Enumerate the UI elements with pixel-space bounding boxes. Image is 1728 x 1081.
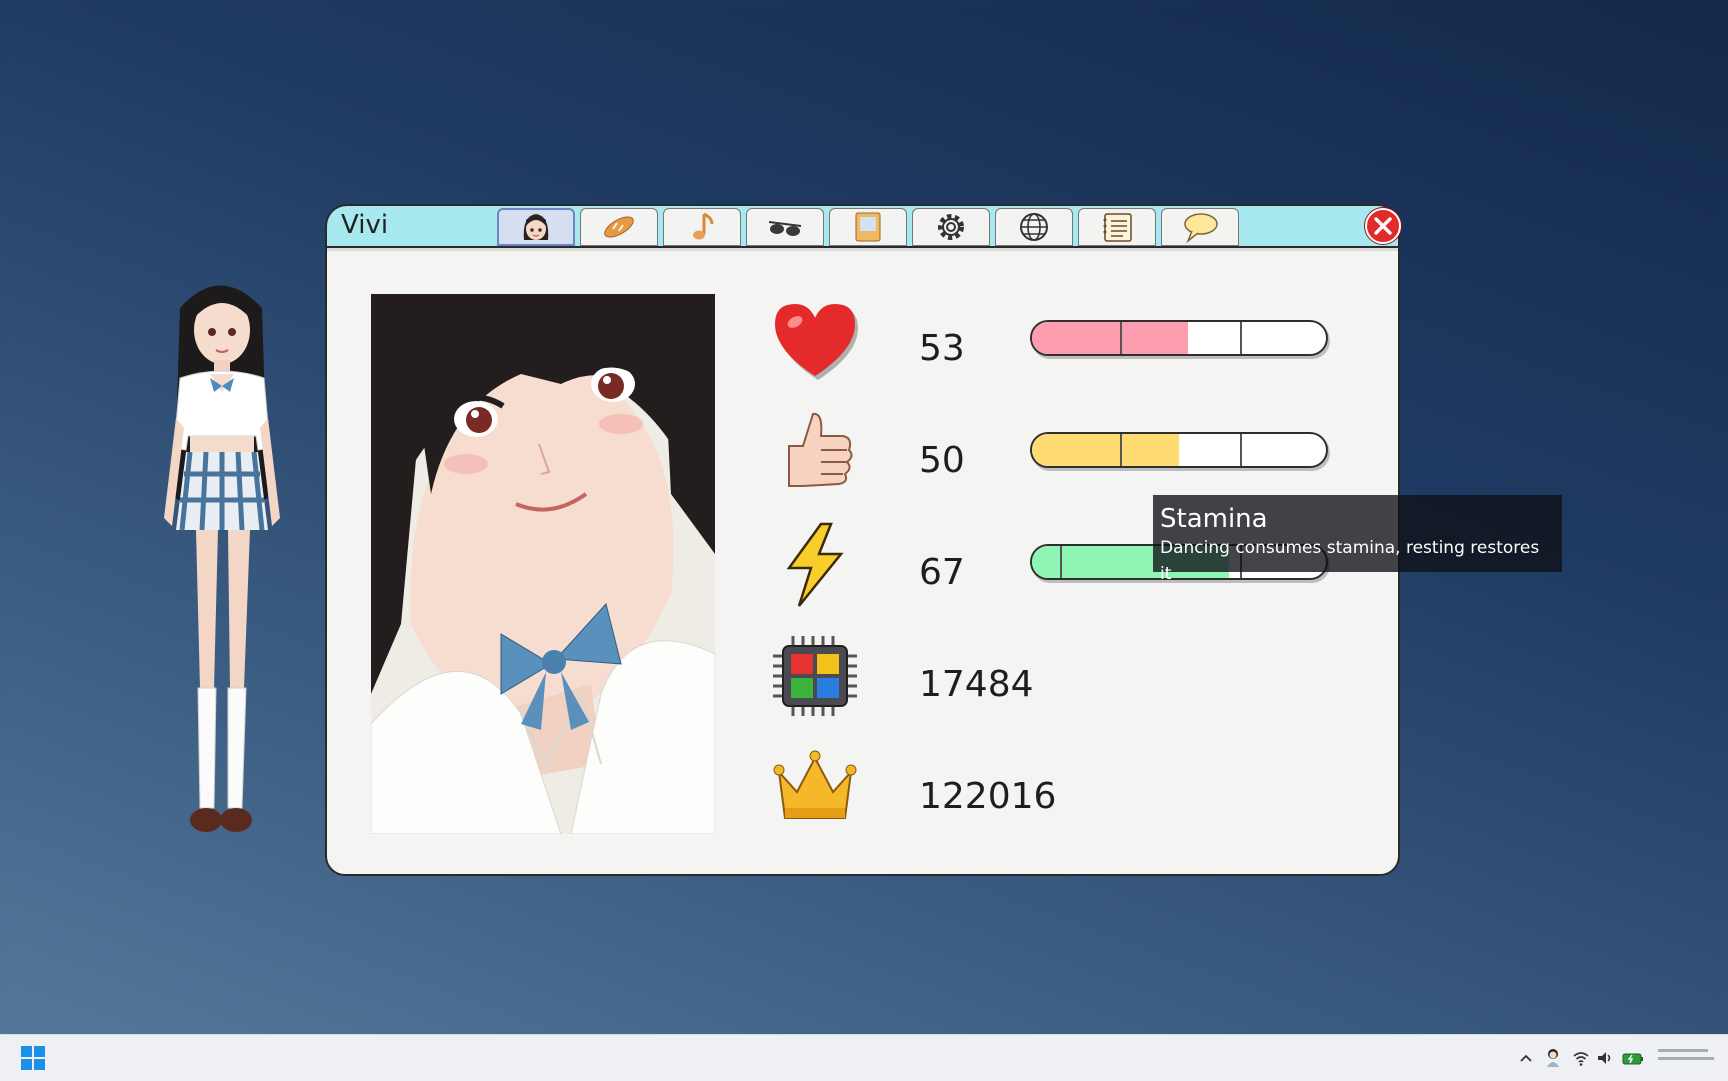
speech-bubble-icon [1184,213,1218,244]
tab-character[interactable] [497,208,575,246]
system-clock[interactable] [1658,1049,1714,1071]
title-bar[interactable]: Vivi [325,204,1401,246]
tooltip-description: Dancing consumes stamina, resting restor… [1160,538,1540,584]
tab-settings[interactable] [912,208,990,246]
thumbs-up-icon [788,412,853,487]
compute-value: 17484 [919,664,1034,705]
speaker-icon[interactable] [1596,1047,1614,1069]
score-value: 122016 [919,776,1057,817]
health-value: 53 [919,328,965,369]
tab-music[interactable] [663,208,741,246]
sunglasses-icon [768,221,802,236]
book-icon [855,212,881,242]
battery-icon[interactable] [1622,1047,1644,1069]
character-portrait [371,294,715,834]
stamina-tooltip: Stamina Dancing consumes stamina, restin… [1153,495,1562,584]
tab-accessory[interactable] [746,208,824,246]
taskbar [0,1034,1728,1081]
music-note-icon [693,212,714,240]
window-title: Vivi [341,210,389,240]
likes-bar [1030,432,1328,468]
heart-icon [775,304,858,380]
windows-start-icon[interactable] [20,1045,46,1071]
likes-value: 50 [919,440,965,481]
bread-icon [604,216,634,238]
notepad-icon [1103,213,1132,242]
gear-icon [938,214,964,240]
wifi-icon[interactable] [1572,1047,1590,1069]
crown-icon [773,750,857,819]
health-bar [1030,320,1328,356]
tooltip-title: Stamina [1160,504,1268,534]
chevron-up-icon[interactable] [1518,1047,1534,1069]
stamina-value: 67 [919,552,965,593]
tab-language[interactable] [995,208,1073,246]
girl-face-icon [523,214,549,240]
tab-notes[interactable] [1078,208,1156,246]
character-tray-icon[interactable] [1544,1047,1562,1069]
lightning-icon [786,522,844,607]
tab-food[interactable] [580,208,658,246]
tab-book[interactable] [829,208,907,246]
close-button[interactable] [1365,208,1401,244]
desktop-character-sprite[interactable] [140,268,300,858]
chip-icon [773,636,857,716]
globe-icon [1020,213,1048,241]
close-icon [1374,217,1392,235]
tab-chat[interactable] [1161,208,1239,246]
